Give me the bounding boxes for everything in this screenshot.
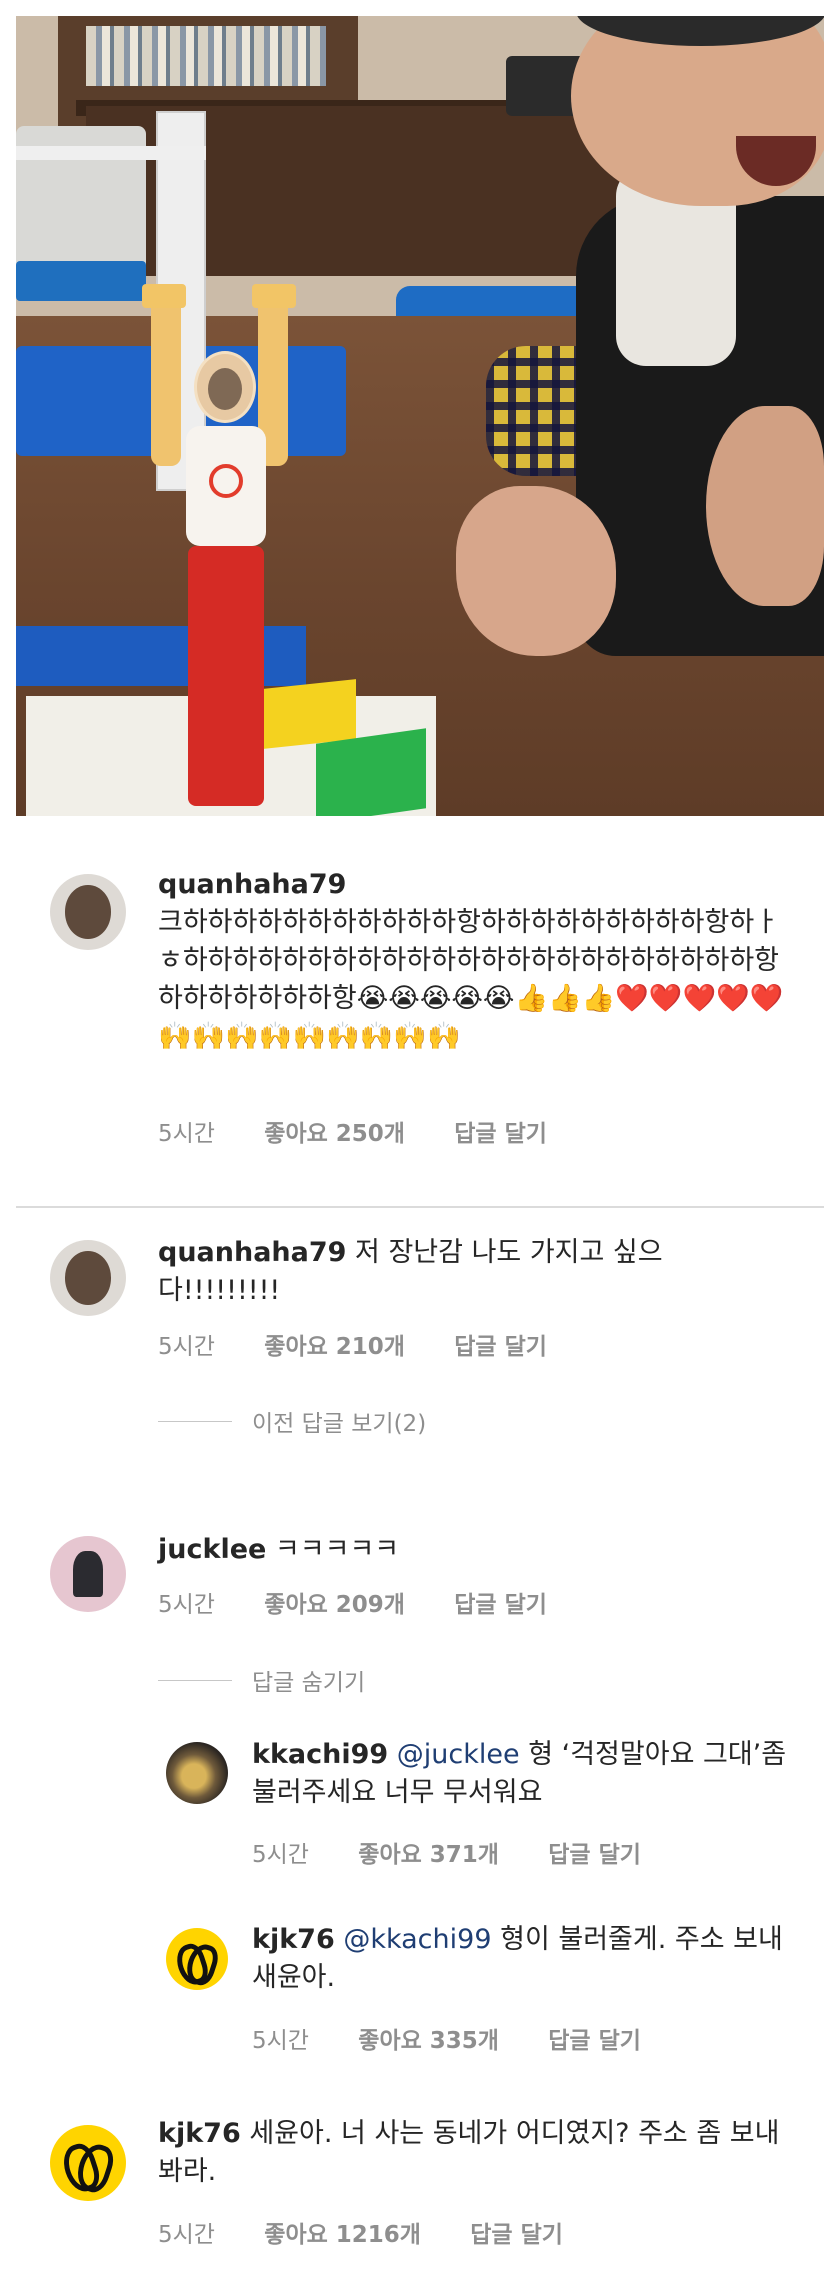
reply-button[interactable]: 답글 달기 [470, 2222, 563, 2248]
comment-text: ㅋㅋㅋㅋㅋ [274, 1534, 400, 1565]
hide-replies-label[interactable]: 답글 숨기기 [252, 1663, 365, 1697]
toy-grip-right [252, 284, 296, 308]
ribbon-icon [178, 1944, 215, 1975]
comment-body: jucklee ㅋㅋㅋㅋㅋ [158, 1531, 778, 1569]
reply-button[interactable]: 답글 달기 [454, 1334, 547, 1360]
photo-fist-right [706, 406, 824, 606]
reply-button[interactable]: 답글 달기 [548, 2028, 641, 2054]
reply-button[interactable]: 답글 달기 [454, 1592, 547, 1618]
avatar[interactable] [166, 1928, 228, 1990]
comment-body: kkachi99 @jucklee 형 ‘걱정말아요 그대’좀 불러주세요 너무… [252, 1736, 792, 1812]
avatar[interactable] [50, 2125, 126, 2201]
photo-mat-green [316, 728, 426, 816]
thread-line [158, 1420, 232, 1422]
comment-body: quanhaha79 크하하하하하하하하하하하항하하하하하하하하하항하ㅏㅎ하하하… [158, 866, 798, 1056]
photo-sofa-cushion [16, 261, 146, 301]
comment-username[interactable]: quanhaha79 [158, 1237, 346, 1268]
mention-link[interactable]: @kkachi99 [343, 1924, 491, 1955]
avatar-face [65, 1251, 111, 1305]
section-divider [16, 1206, 824, 1208]
comment-time: 5시간 [158, 1592, 215, 1618]
comment-likes[interactable]: 좋아요 1216개 [264, 2222, 421, 2248]
comment-meta: 5시간 좋아요 1216개 답글 달기 [158, 2215, 605, 2249]
comment-text: 크하하하하하하하하하하하항하하하하하하하하하항하ㅏㅎ하하하하하하하하하하하하하하… [158, 907, 784, 1052]
hide-replies[interactable]: 답글 숨기기 [158, 1663, 365, 1697]
comment-time: 5시간 [252, 2028, 309, 2054]
toy-grip-left [142, 284, 186, 308]
comment-meta: 5시간 좋아요 371개 답글 달기 [252, 1835, 683, 1869]
avatar[interactable] [50, 1240, 126, 1316]
comment-likes[interactable]: 좋아요 209개 [264, 1592, 405, 1618]
comment-username[interactable]: kjk76 [252, 1924, 335, 1955]
post-photo [16, 16, 824, 816]
mention-link[interactable]: @jucklee [397, 1739, 520, 1770]
comment-body: quanhaha79 저 장난감 나도 가지고 싶으다!!!!!!!!! [158, 1234, 678, 1310]
comment-body: kjk76 세윤아. 너 사는 동네가 어디였지? 주소 좀 보내봐라. [158, 2115, 798, 2191]
comment-meta: 5시간 좋아요 209개 답글 달기 [158, 1585, 589, 1619]
photo-books [86, 26, 326, 86]
comment-meta: 5시간 좋아요 210개 답글 달기 [158, 1327, 589, 1361]
comment-username[interactable]: kjk76 [158, 2118, 241, 2149]
view-previous-replies[interactable]: 이전 답글 보기(2) [158, 1404, 426, 1438]
view-previous-label[interactable]: 이전 답글 보기(2) [252, 1404, 426, 1438]
avatar[interactable] [50, 874, 126, 950]
toy-arrow-logo [209, 464, 243, 498]
thread-line [158, 1679, 232, 1681]
comment-username[interactable]: quanhaha79 [158, 869, 346, 900]
comment-username[interactable]: jucklee [158, 1534, 266, 1565]
avatar-face [65, 885, 111, 939]
comment-time: 5시간 [158, 1121, 215, 1147]
comment-time: 5시간 [158, 2222, 215, 2248]
photo-fist-left [456, 486, 616, 656]
reply-button[interactable]: 답글 달기 [548, 1842, 641, 1868]
comment-likes[interactable]: 좋아요 250개 [264, 1121, 405, 1147]
comment-username[interactable]: kkachi99 [252, 1739, 388, 1770]
comment-time: 5시간 [158, 1334, 215, 1360]
photo-bar-top [16, 146, 206, 160]
avatar[interactable] [50, 1536, 126, 1612]
toy-face-photo [208, 368, 242, 410]
comment-likes[interactable]: 좋아요 335개 [358, 2028, 499, 2054]
comment-likes[interactable]: 좋아요 210개 [264, 1334, 405, 1360]
avatar[interactable] [166, 1742, 228, 1804]
comment-body: kjk76 @kkachi99 형이 불러줄게. 주소 보내 새윤아. [252, 1921, 792, 1997]
ribbon-icon [65, 2144, 111, 2182]
comment-likes[interactable]: 좋아요 371개 [358, 1842, 499, 1868]
reply-button[interactable]: 답글 달기 [454, 1121, 547, 1147]
comment-text: 세윤아. 너 사는 동네가 어디였지? 주소 좀 보내봐라. [158, 2118, 780, 2187]
avatar-face [72, 1551, 104, 1597]
comment-meta: 5시간 좋아요 335개 답글 달기 [252, 2021, 683, 2055]
comment-time: 5시간 [252, 1842, 309, 1868]
toy-arm-left [151, 296, 181, 466]
comment-meta: 5시간 좋아요 250개 답글 달기 [158, 1114, 589, 1148]
toy-legs [188, 546, 264, 806]
